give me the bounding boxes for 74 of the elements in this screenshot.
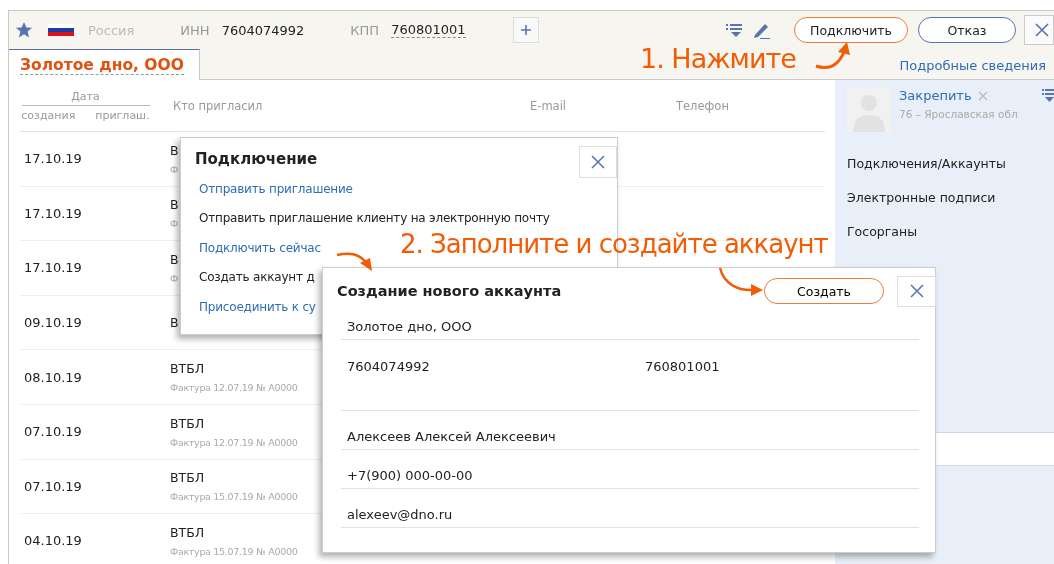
inviter-name: ВТБЛ [170,524,206,540]
close-icon [1035,23,1049,37]
list-filter-icon[interactable] [726,23,742,37]
invoice-note: Фактура 15.07.19 № А0000 [170,491,298,503]
kpp-label: КПП [350,22,380,38]
inviter-name: В [170,142,179,158]
side-menu-item[interactable]: Подключения/Аккаунты [847,146,1054,180]
option-description: Создать аккаунт д [199,270,315,286]
column-header: Дата [21,89,150,106]
column-header: создания [21,108,76,122]
inviter-name: В [170,252,179,267]
plus-icon [519,24,532,36]
details-link[interactable]: Подробные сведения [899,58,1046,73]
annotation-arrow [718,266,764,298]
close-button[interactable] [579,146,617,178]
flag-icon [48,24,74,36]
inn-label: ИНН [180,22,210,38]
date-cell-text: 07.10.19 [23,478,83,494]
popup-title: Подключение [195,150,318,168]
side-menu-item[interactable]: Госорганы [847,214,1054,248]
column-header: Кто пригласил [173,98,264,113]
invoice-note: Фактура 12.07.19 № А0000 [170,436,298,448]
invoice-note: Ф [170,218,179,230]
star-icon[interactable] [15,21,33,39]
header-button[interactable]: Отказ [918,17,1016,43]
inviter-name: В [170,197,179,213]
close-button[interactable] [897,275,936,307]
date-cell-text: 09.10.19 [23,315,83,331]
inn-value: 7604074992 [221,22,305,38]
date-cell-text: 07.10.19 [23,424,83,440]
column-header: E-mail [530,98,568,113]
date-cell-text: 04.10.19 [23,533,83,549]
list-filter-icon[interactable] [1042,88,1054,102]
date-cell-text: 08.10.19 [23,369,83,385]
invoice-note: Ф [170,273,179,284]
date-cell-text: 17.10.19 [23,151,83,167]
inviter-name: ВТБЛ [170,470,206,486]
dialog-title: Создание нового аккаунта [337,283,563,299]
close-icon [591,155,605,169]
inviter-name: ВТБЛ [170,361,206,377]
input-field[interactable]: +7(900) 000-00-00 [341,463,919,489]
country-label: Россия [88,22,135,38]
annotation-text: 1. Нажмите [640,43,796,74]
option-link[interactable]: Присоединить к су [199,300,316,329]
input-field[interactable]: Золотое дно, ООО [341,314,919,340]
header-button[interactable]: Подключить [794,17,908,43]
close-icon [909,284,924,298]
input-field[interactable]: Алексеев Алексей Алексеевич [341,424,919,450]
input-field[interactable]: 7604074992 [341,353,639,379]
add-button[interactable] [512,17,539,43]
invoice-note: Ф [170,163,179,175]
invoice-note: Фактура 15.07.19 № А0000 [170,545,298,557]
option-description: Отправить приглашение клиенту на электронную почту [199,211,550,227]
column-header: приглаш. [95,108,150,122]
option-link[interactable]: Отправить приглашение [199,182,353,211]
input-field[interactable]: 760801001 [639,353,720,379]
pencil-icon[interactable] [752,21,770,39]
create-button[interactable]: Создать [764,278,884,304]
annotation-arrow [335,250,375,272]
region-label: 76 – Ярославская обл [899,108,1019,120]
company-tab[interactable]: Золотое дно, ООО [9,49,200,80]
annotation-text: 2. Заполните и создайте аккаунт [400,229,828,259]
inviter-name: ВТБЛ [170,415,206,431]
kpp-value[interactable]: 760801001 [391,22,466,38]
side-menu-item[interactable]: Электронные подписи [847,180,1054,214]
date-cell-text: 17.10.19 [23,205,83,221]
inviter-name: В [170,315,179,331]
option-link[interactable]: Подключить сейчас [199,241,321,270]
close-button[interactable] [1024,15,1054,45]
input-field[interactable]: alexeev@dno.ru [341,502,919,528]
date-cell-text: 17.10.19 [23,260,83,276]
pin-link[interactable]: Закрепить [899,88,972,103]
invoice-note: Фактура 12.07.19 № А0000 [170,382,298,394]
column-header: Телефон [676,98,729,113]
